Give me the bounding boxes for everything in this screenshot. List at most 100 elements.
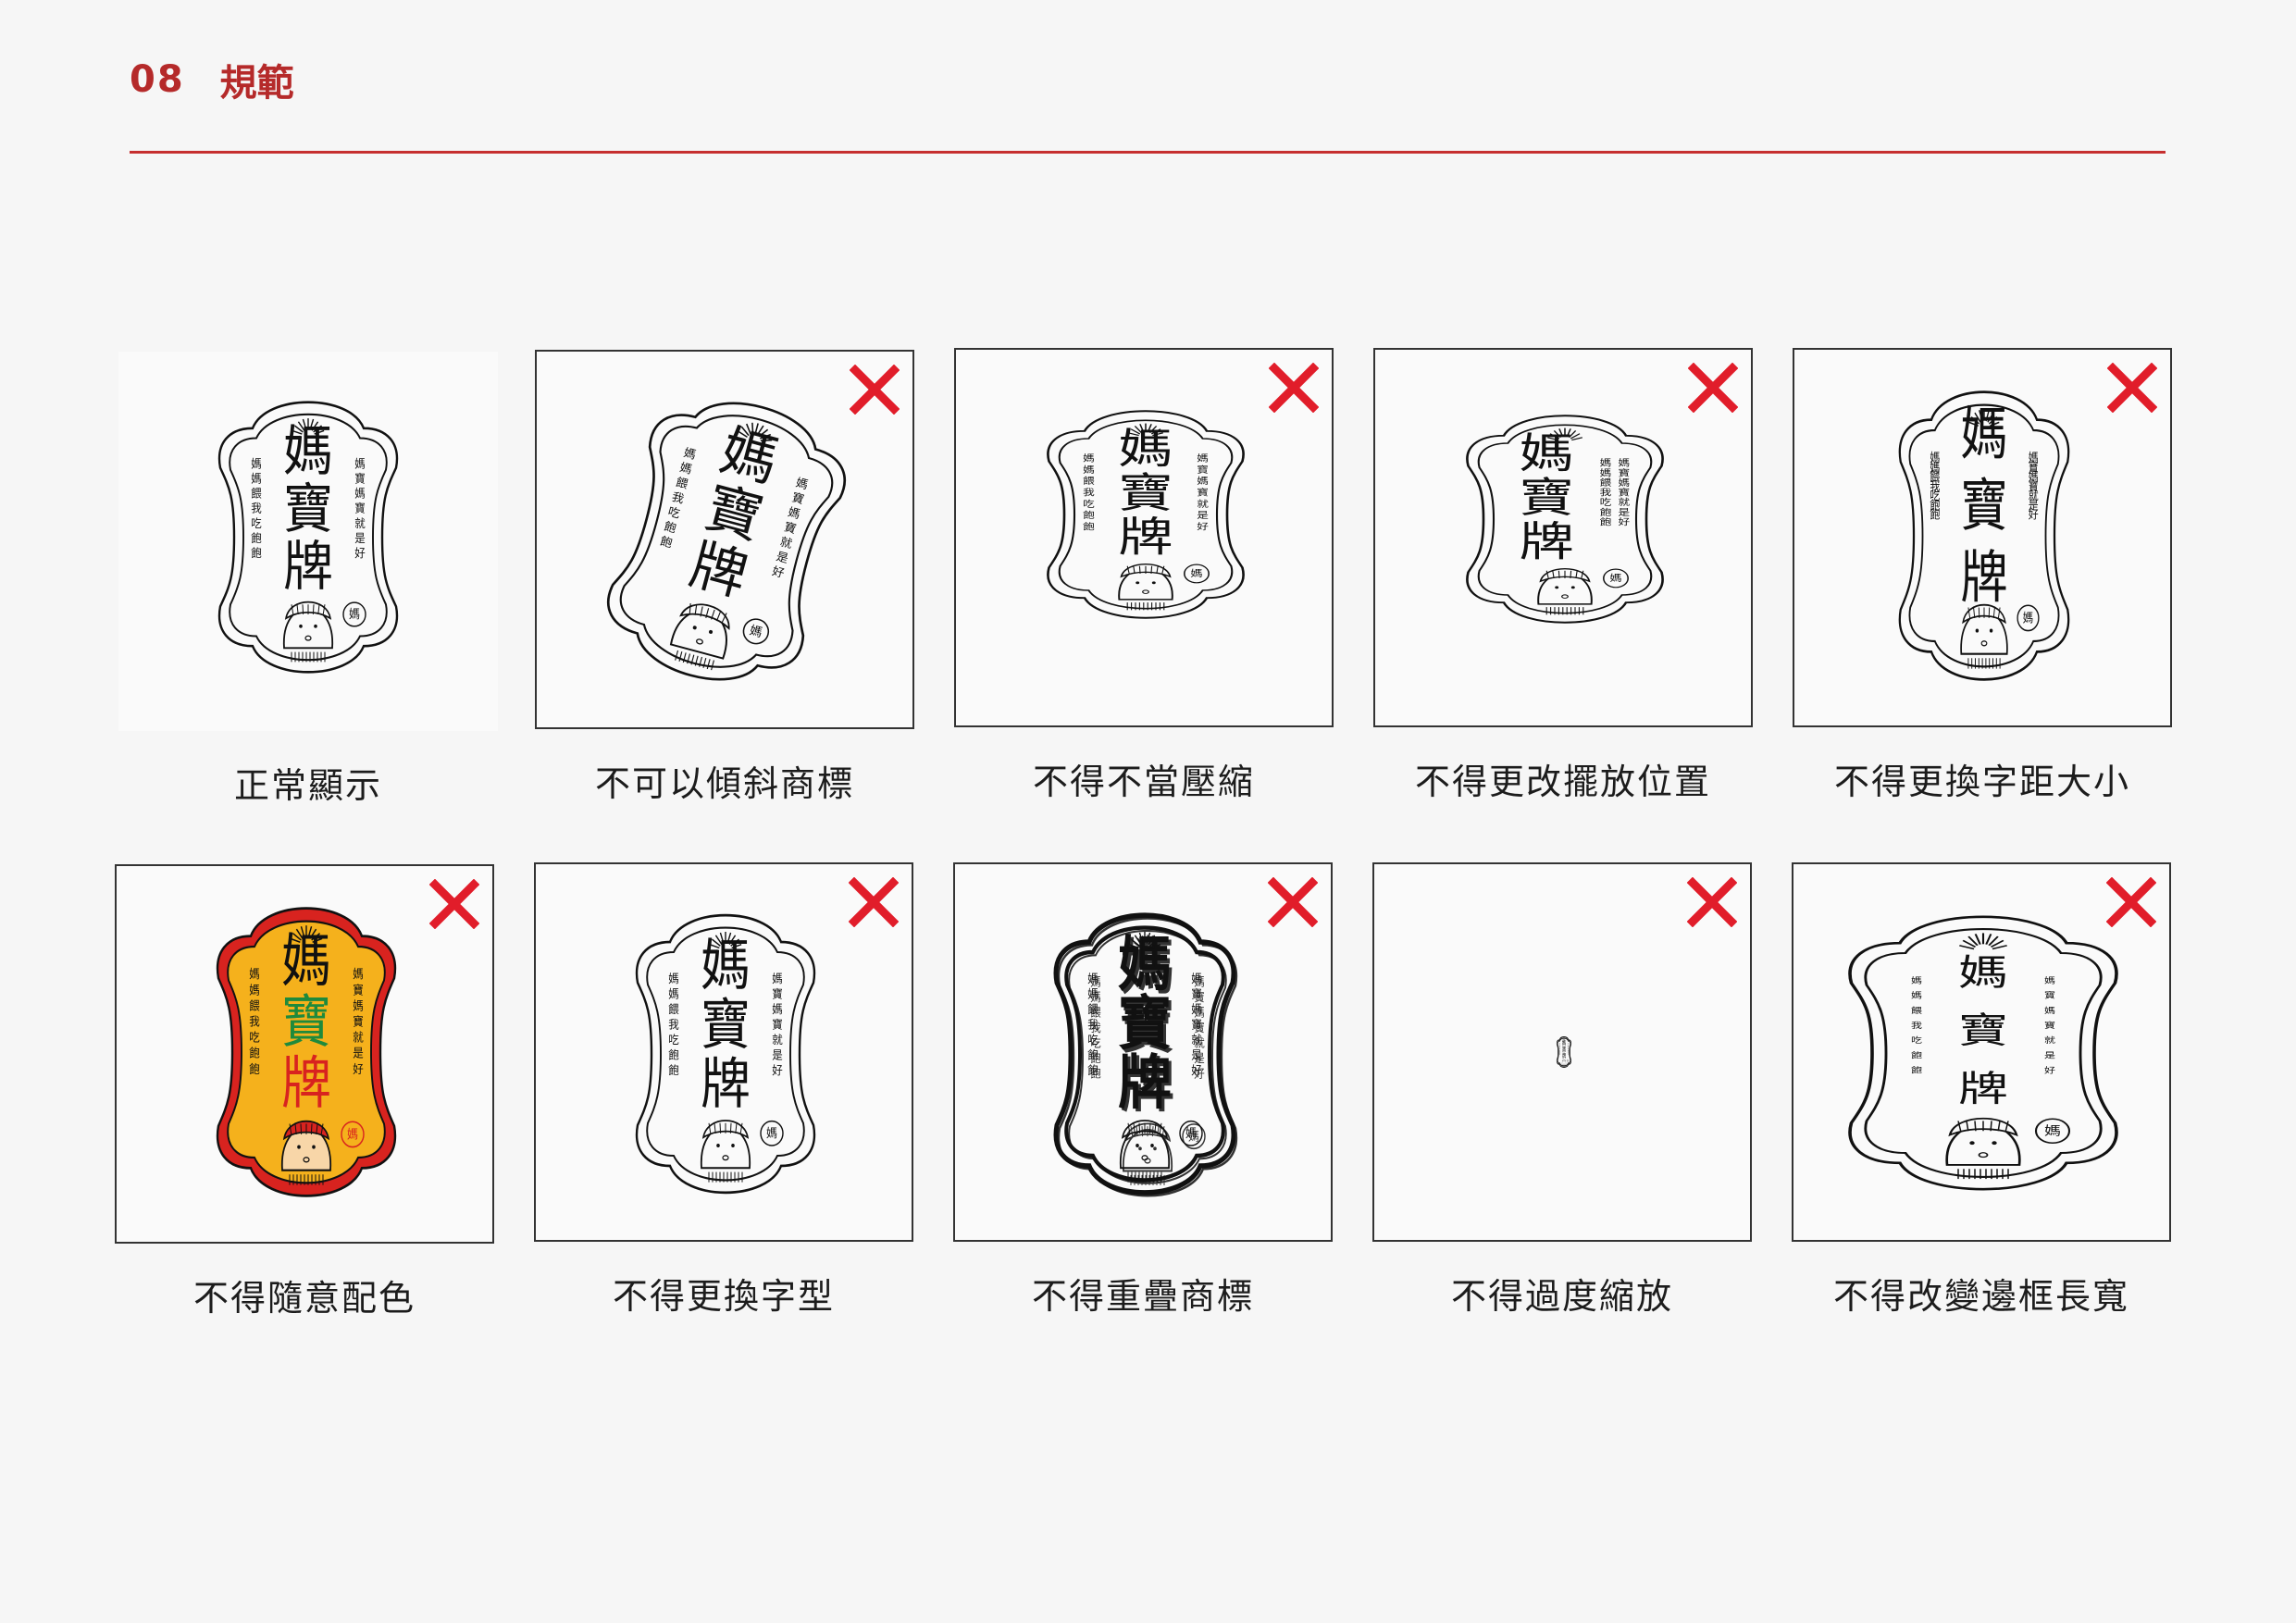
svg-text:就: 就: [2044, 1035, 2056, 1046]
svg-text:我: 我: [668, 1018, 678, 1032]
example-caption: 不得重疊商標: [1031, 1276, 1254, 1317]
svg-text:媽: 媽: [668, 972, 678, 985]
svg-text:飽: 飽: [1911, 1050, 1923, 1060]
svg-text:飽: 飽: [251, 531, 262, 544]
example-frame: 媽寶牌媽媽餵我吃飽飽媽寶媽寶就是好媽: [535, 350, 914, 729]
svg-text:就: 就: [354, 516, 366, 529]
svg-text:飽: 飽: [249, 1046, 260, 1060]
logo-tagline-right: 媽寶媽寶就是好: [1197, 452, 1209, 532]
svg-text:媽: 媽: [1197, 476, 1209, 487]
example-caption: 正常顯示: [233, 765, 382, 806]
svg-text:好: 好: [2044, 1066, 2056, 1075]
svg-text:媽: 媽: [766, 1126, 777, 1141]
svg-text:媽: 媽: [2023, 610, 2033, 625]
speech-bubble-icon: 媽: [1603, 568, 1629, 588]
svg-text:好: 好: [353, 1062, 364, 1076]
svg-text:餵: 餵: [249, 998, 260, 1013]
svg-text:媽: 媽: [251, 472, 262, 485]
svg-text:好: 好: [1194, 1067, 1204, 1081]
svg-text:是: 是: [1618, 507, 1630, 517]
example-caption: 不得更換字距大小: [1833, 762, 2130, 802]
svg-text:飽: 飽: [251, 547, 262, 560]
svg-text:飽: 飽: [1930, 507, 1940, 522]
svg-text:我: 我: [1083, 488, 1095, 498]
svg-text:媽: 媽: [1609, 573, 1621, 584]
svg-text:媽: 媽: [1090, 990, 1100, 1004]
example-frame: 媽寶牌媽媽餵我吃飽飽媽寶媽寶就是好媽: [118, 352, 498, 731]
svg-text:寶: 寶: [354, 472, 366, 485]
logo-tagline-left: 媽媽餵我吃飽飽: [251, 457, 262, 560]
logo-tagline-left: 媽媽餵我吃飽飽: [249, 968, 260, 1076]
svg-text:飽: 飽: [1090, 1066, 1100, 1081]
svg-text:媽: 媽: [249, 968, 260, 982]
svg-text:飽: 飽: [668, 1047, 678, 1062]
logo-tagline-right: 媽寶媽寶就是好: [2044, 975, 2056, 1075]
logo-name-char: 媽: [1958, 952, 2008, 994]
svg-text:媽: 媽: [2044, 975, 2055, 985]
svg-text:飽: 飽: [1600, 516, 1612, 527]
svg-text:飽: 飽: [249, 1061, 260, 1076]
svg-text:吃: 吃: [1911, 1035, 1923, 1046]
speech-bubble-icon: 媽: [2034, 1118, 2071, 1144]
speech-bubble-icon: 媽: [2017, 604, 2040, 632]
svg-text:吃: 吃: [251, 516, 262, 529]
svg-text:吃: 吃: [1600, 498, 1612, 508]
logo-name-char: 寶: [1118, 469, 1173, 517]
svg-text:寶: 寶: [1194, 1020, 1204, 1035]
svg-text:媽: 媽: [349, 607, 360, 621]
speech-bubble-icon: 媽: [760, 1120, 784, 1146]
logo-name-char: 牌: [701, 1052, 751, 1116]
svg-text:是: 是: [2044, 1051, 2056, 1060]
svg-text:吃: 吃: [1083, 499, 1095, 509]
logo-name-char: 牌: [1958, 1068, 2008, 1109]
speech-bubble-icon: 媽: [342, 601, 366, 627]
svg-text:媽: 媽: [1618, 457, 1630, 468]
svg-text:媽: 媽: [1911, 990, 1922, 1000]
svg-text:飽: 飽: [1600, 507, 1612, 518]
red-x-icon: [1688, 363, 1738, 413]
logo-name-char: 寶: [701, 994, 751, 1058]
svg-text:媽: 媽: [2044, 1123, 2061, 1138]
svg-text:好: 好: [772, 1063, 782, 1077]
svg-text:寶: 寶: [353, 983, 364, 997]
svg-text:媽: 媽: [353, 968, 364, 982]
svg-text:寶: 寶: [353, 1014, 364, 1029]
svg-text:飽: 飽: [1083, 510, 1095, 521]
svg-text:是: 是: [353, 1047, 364, 1060]
svg-text:寶: 寶: [772, 986, 782, 1001]
svg-text:媽: 媽: [2044, 1006, 2055, 1016]
logo-tagline-right: 媽寶媽寶就是好: [354, 457, 366, 560]
example-frame: 媽寶牌媽媽餵我吃飽飽媽寶媽寶就是好媽: [1792, 862, 2171, 1242]
example-caption: 不得過度縮放: [1450, 1276, 1673, 1317]
example-caption: 不得隨意配色: [192, 1278, 416, 1319]
logo-tagline-left: 媽媽餵我吃飽飽: [1600, 457, 1612, 527]
svg-text:是: 是: [772, 1048, 782, 1062]
svg-text:好: 好: [1197, 521, 1209, 532]
svg-text:我: 我: [249, 1015, 260, 1029]
brand-logo: 媽寶牌媽媽餵我吃飽飽媽寶媽寶就是好媽: [217, 401, 399, 674]
svg-text:媽: 媽: [1083, 465, 1095, 476]
svg-text:媽: 媽: [1911, 975, 1922, 985]
svg-text:我: 我: [1090, 1021, 1100, 1035]
logo-name-char: 寶: [1519, 474, 1573, 522]
svg-text:媽: 媽: [772, 972, 782, 985]
red-x-icon: [1268, 877, 1318, 927]
example-frame: 媽寶牌媽媽餵我吃飽飽媽寶媽寶就是好媽: [1793, 348, 2172, 727]
svg-text:媽: 媽: [354, 487, 366, 500]
logo-tagline-left: 媽媽餵我吃飽飽: [1090, 975, 1100, 1081]
logo-tagline-left: 媽媽餵我吃飽飽: [668, 972, 678, 1077]
svg-text:餵: 餵: [1090, 1005, 1100, 1020]
svg-text:寶: 寶: [1194, 989, 1204, 1004]
svg-text:就: 就: [772, 1032, 782, 1047]
logo-tagline-right: 媽寶媽寶就是好: [772, 972, 782, 1077]
example-caption: 不得改變邊框長寬: [1832, 1276, 2129, 1317]
svg-text:寶: 寶: [2044, 1021, 2055, 1031]
svg-text:好: 好: [354, 547, 366, 560]
svg-text:媽: 媽: [1083, 452, 1095, 464]
logo-name-char: 牌: [1960, 545, 2007, 612]
svg-text:寶: 寶: [1197, 487, 1209, 498]
speech-bubble-icon: 媽: [341, 1121, 365, 1148]
svg-text:媽: 媽: [354, 457, 366, 470]
svg-text:是: 是: [1197, 511, 1209, 521]
example-frame: 媽寶牌媽媽餵我吃飽飽媽寶媽寶就是好媽: [954, 348, 1334, 727]
